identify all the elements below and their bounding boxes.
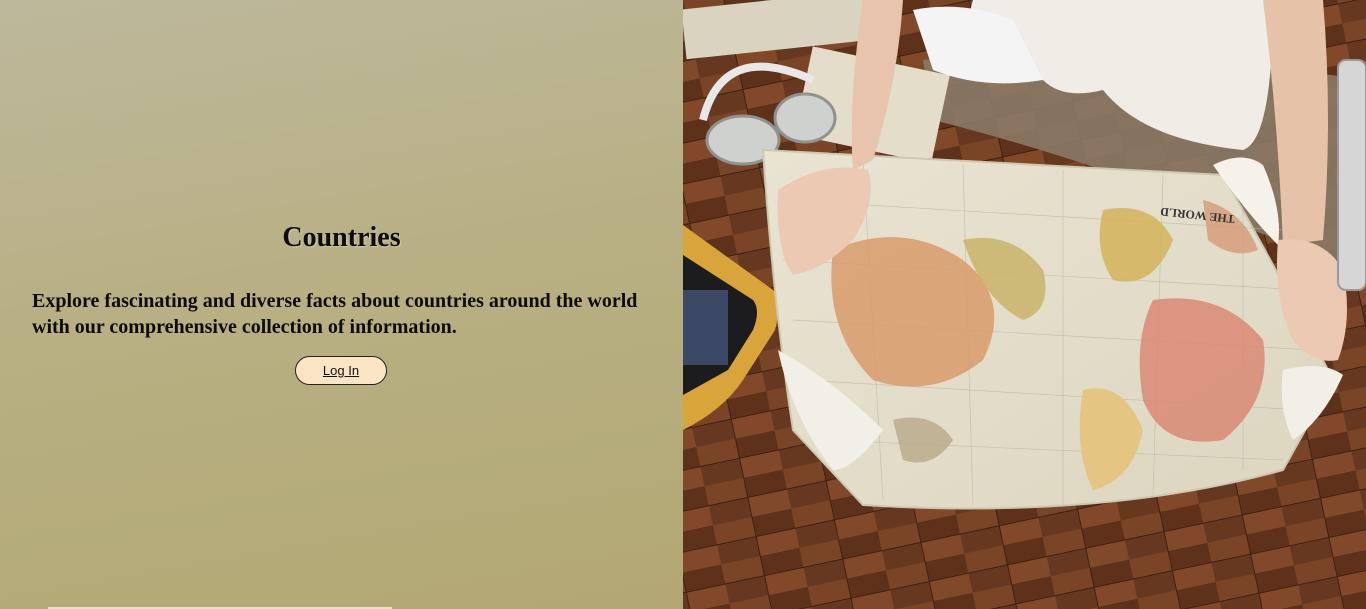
- landing-page: Countries Explore fascinating and divers…: [0, 0, 1366, 609]
- hero-description: Explore fascinating and diverse facts ab…: [32, 290, 638, 338]
- hero-panel: Countries Explore fascinating and divers…: [0, 0, 683, 609]
- world-map-photo-image: THE WORLD: [683, 0, 1366, 609]
- login-button[interactable]: Log In: [295, 356, 387, 385]
- hero-photo: THE WORLD: [683, 0, 1366, 609]
- page-title: Countries: [282, 222, 401, 253]
